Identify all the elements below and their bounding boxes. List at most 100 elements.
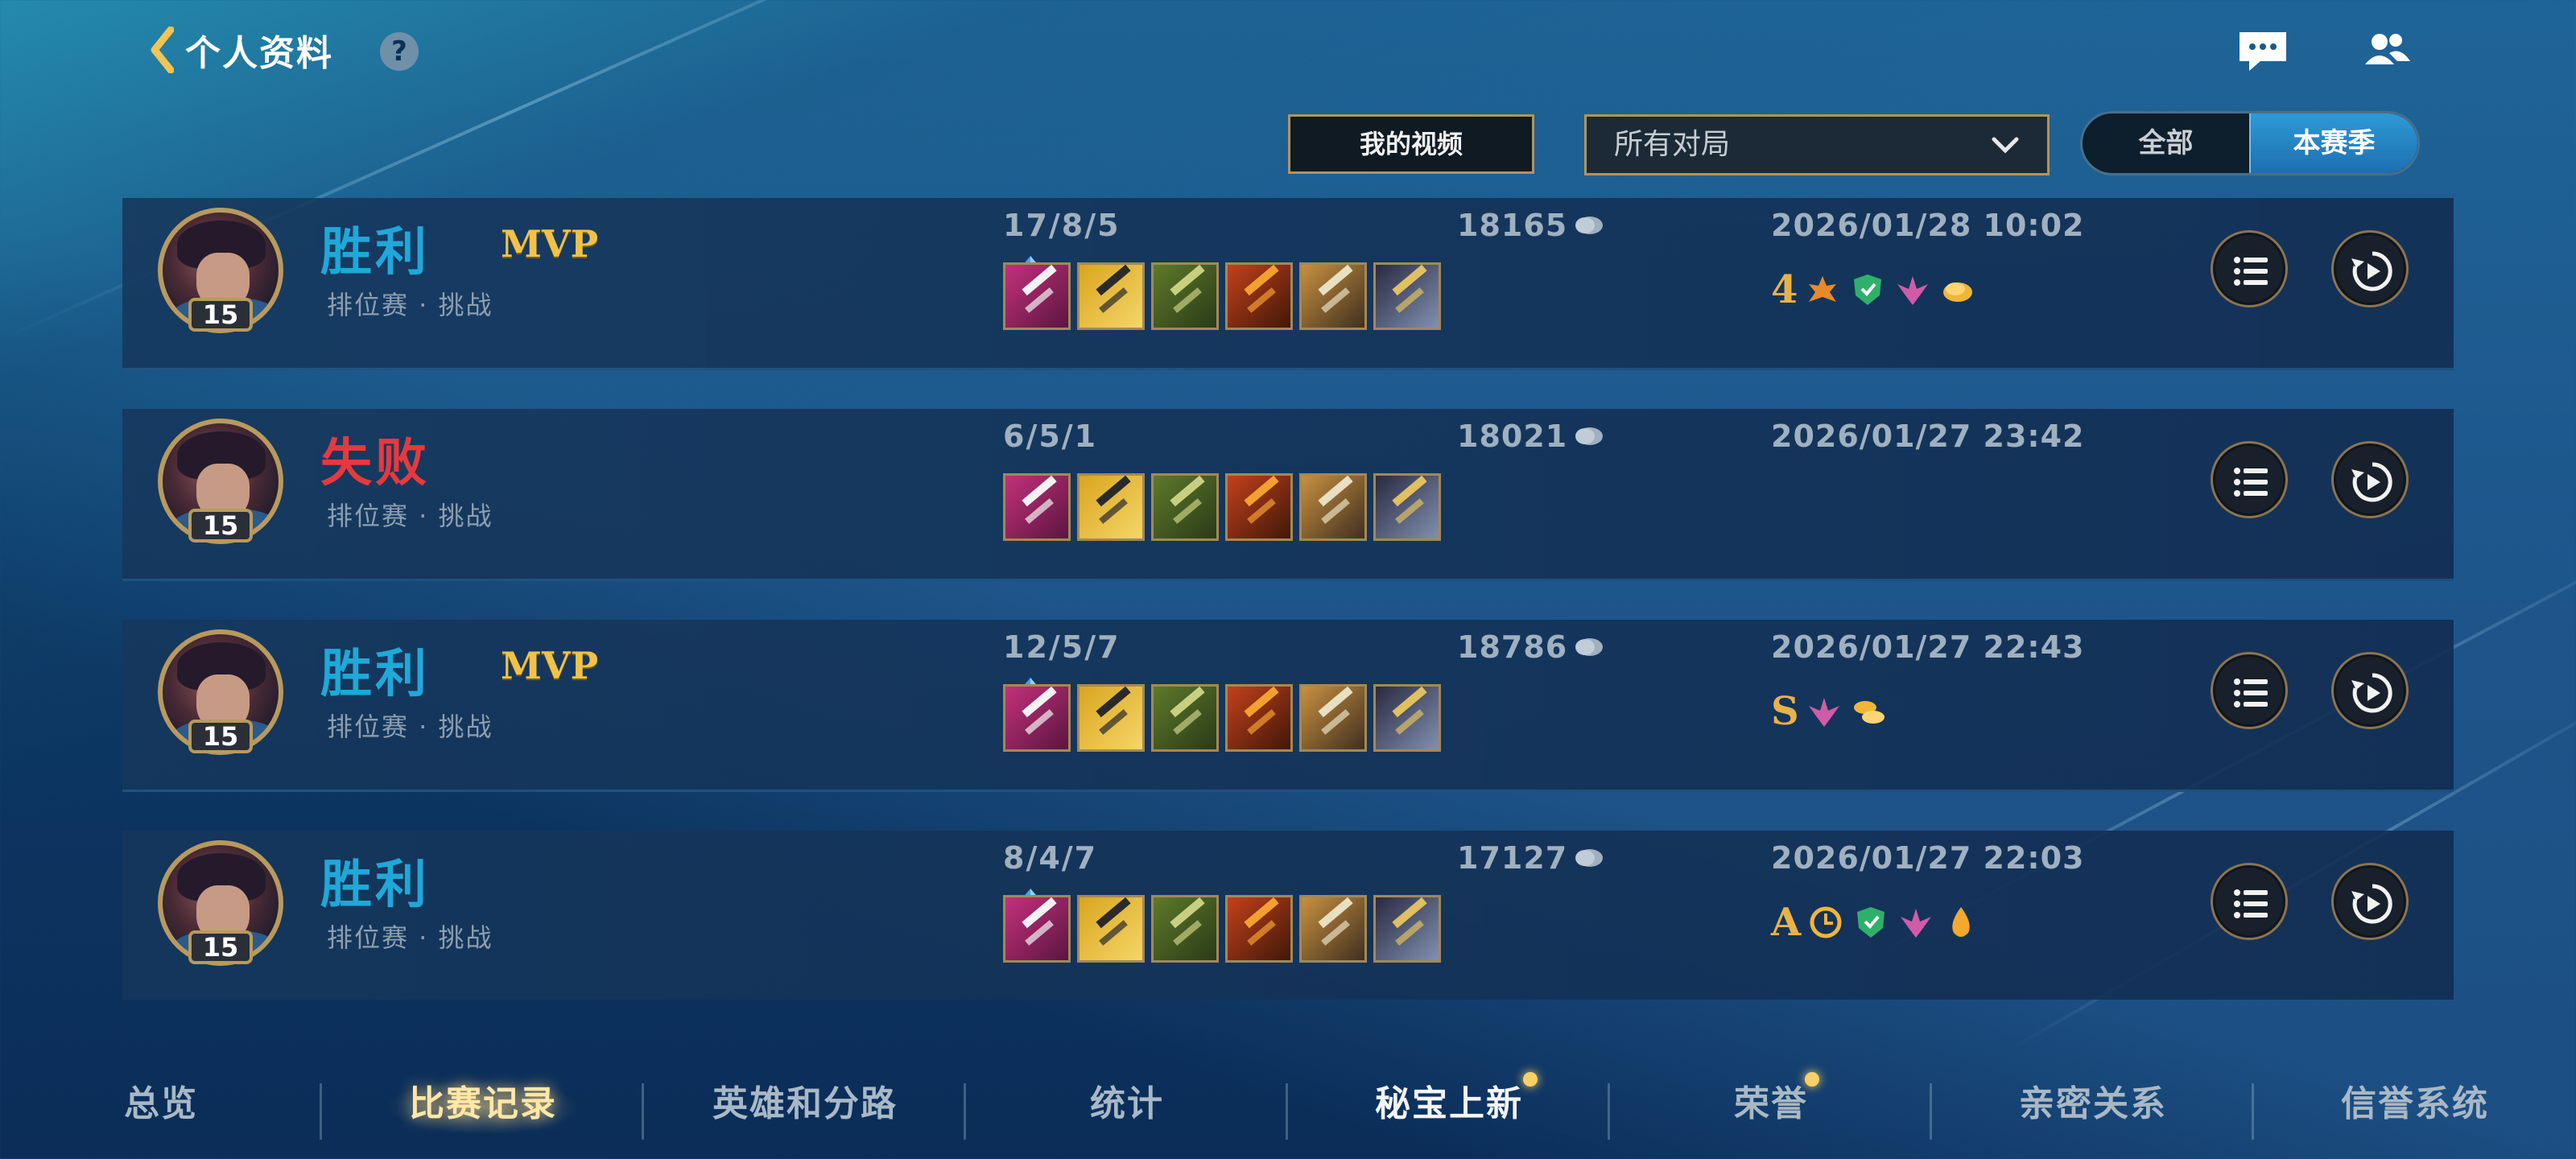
match-result: 胜利 bbox=[320, 645, 430, 704]
equipment-item-icon bbox=[1151, 473, 1219, 541]
nav-tab[interactable]: 荣誉 bbox=[1610, 1046, 1932, 1159]
match-date: 2026/01/27 22:43 bbox=[1771, 629, 2085, 665]
page-title: 个人资料 bbox=[185, 33, 333, 74]
item-build bbox=[1003, 262, 1441, 330]
kda: 6/5/1 bbox=[1003, 419, 1098, 454]
equipment-item-icon bbox=[1373, 473, 1441, 541]
replay-button[interactable] bbox=[2331, 863, 2409, 940]
gold-total: 18786 bbox=[1457, 629, 1604, 665]
replay-button[interactable] bbox=[2331, 441, 2409, 518]
list-icon bbox=[2234, 678, 2268, 707]
achievement-badges: S bbox=[1771, 689, 1889, 734]
coin-icon bbox=[1575, 217, 1604, 234]
nav-tab[interactable]: 亲密关系 bbox=[1932, 1046, 2254, 1159]
scope-season-option[interactable]: 本赛季 bbox=[2249, 113, 2417, 173]
nav-tab[interactable]: 秘宝上新 bbox=[1288, 1046, 1610, 1159]
nav-tab[interactable]: 总览 bbox=[0, 1046, 322, 1159]
match-mode: 排位赛 · 挑战 bbox=[327, 922, 493, 953]
nav-tab-label: 英雄和分路 bbox=[712, 1083, 898, 1124]
match-row[interactable]: 15胜利MVP排位赛 · 挑战+317/8/5181652026/01/28 1… bbox=[122, 198, 2454, 370]
equipment-item-icon bbox=[1003, 473, 1071, 541]
equipment-item-icon bbox=[1299, 895, 1367, 963]
equipment-item-icon bbox=[1373, 895, 1441, 963]
nav-tab[interactable]: 信誉系统 bbox=[2254, 1046, 2576, 1159]
equipment-item-icon bbox=[1225, 473, 1293, 541]
mvp-badge: MVP bbox=[501, 222, 599, 266]
match-date: 2026/01/27 22:03 bbox=[1771, 840, 2085, 876]
replay-icon bbox=[2351, 462, 2392, 502]
gold-value: 18021 bbox=[1457, 419, 1568, 454]
replay-button[interactable] bbox=[2331, 652, 2409, 729]
flame-icon bbox=[1952, 907, 1970, 937]
hero-level-badge: 15 bbox=[188, 930, 253, 964]
equipment-item-icon bbox=[1077, 473, 1145, 541]
match-detail-button[interactable] bbox=[2211, 230, 2288, 307]
hero-level-badge: 15 bbox=[188, 509, 253, 542]
match-mode: 排位赛 · 挑战 bbox=[327, 290, 493, 320]
shield-icon bbox=[1857, 907, 1885, 938]
nav-tab-label: 亲密关系 bbox=[2019, 1083, 2167, 1124]
replay-button[interactable] bbox=[2331, 230, 2409, 307]
back-button[interactable]: 个人资料 bbox=[150, 24, 333, 76]
replay-icon bbox=[2351, 673, 2392, 713]
match-mode: 排位赛 · 挑战 bbox=[327, 501, 493, 531]
equipment-item-icon bbox=[1151, 895, 1219, 963]
equipment-item-icon bbox=[1077, 684, 1145, 752]
equipment-item-icon bbox=[1225, 684, 1293, 752]
nav-tab-label: 信誉系统 bbox=[2341, 1083, 2489, 1124]
friends-icon[interactable] bbox=[2360, 29, 2413, 74]
match-row[interactable]: 15胜利MVP排位赛 · 挑战+312/5/7187862026/01/27 2… bbox=[122, 620, 2454, 792]
achievement-badges: A bbox=[1771, 900, 1981, 945]
grade-badge: S bbox=[1771, 689, 1799, 734]
replay-icon bbox=[2351, 884, 2392, 924]
clock-icon bbox=[1810, 906, 1842, 938]
notification-dot bbox=[1805, 1072, 1819, 1087]
nav-tab-label: 荣誉 bbox=[1734, 1083, 1808, 1124]
match-result: 胜利 bbox=[320, 856, 430, 915]
grade-badge: 4 bbox=[1771, 267, 1798, 312]
equipment-item-icon bbox=[1151, 684, 1219, 752]
match-type-select[interactable]: 所有对局 bbox=[1584, 114, 2050, 175]
item-build bbox=[1003, 473, 1441, 541]
help-icon[interactable]: ? bbox=[380, 32, 419, 71]
item-build bbox=[1003, 895, 1441, 963]
lotus-icon bbox=[1808, 698, 1839, 727]
nav-tab[interactable]: 统计 bbox=[966, 1046, 1288, 1159]
nav-tab-label: 总览 bbox=[124, 1083, 198, 1124]
match-list[interactable]: 15胜利MVP排位赛 · 挑战+317/8/5181652026/01/28 1… bbox=[122, 198, 2454, 1000]
equipment-item-icon bbox=[1225, 262, 1293, 330]
match-detail-button[interactable] bbox=[2211, 441, 2288, 518]
hero-level-badge: 15 bbox=[188, 298, 253, 332]
match-type-value: 所有对局 bbox=[1614, 128, 1731, 161]
equipment-item-icon bbox=[1373, 684, 1441, 752]
scope-all-option[interactable]: 全部 bbox=[2083, 113, 2249, 173]
match-detail-button[interactable] bbox=[2211, 652, 2288, 729]
nav-tab-label: 秘宝上新 bbox=[1375, 1083, 1523, 1124]
equipment-item-icon bbox=[1003, 262, 1071, 330]
match-detail-button[interactable] bbox=[2211, 863, 2288, 940]
chat-icon[interactable] bbox=[2236, 29, 2289, 74]
shield-icon bbox=[1854, 274, 1882, 305]
my-videos-button[interactable]: 我的视频 bbox=[1288, 114, 1534, 174]
match-row[interactable]: 15胜利排位赛 · 挑战+28/4/7171272026/01/27 22:03… bbox=[122, 831, 2454, 1000]
notification-dot bbox=[1523, 1072, 1538, 1087]
coin-icon bbox=[1575, 849, 1604, 867]
gold-total: 17127 bbox=[1457, 840, 1604, 876]
list-icon bbox=[2234, 468, 2268, 497]
match-date: 2026/01/28 10:02 bbox=[1771, 208, 2085, 243]
nav-tab-label: 比赛记录 bbox=[409, 1083, 557, 1124]
equipment-item-icon bbox=[1373, 262, 1441, 330]
nav-tab[interactable]: 英雄和分路 bbox=[644, 1046, 966, 1159]
gold-total: 18021 bbox=[1457, 419, 1604, 454]
replay-icon bbox=[2351, 251, 2392, 291]
list-icon bbox=[2234, 257, 2268, 286]
gold-value: 18165 bbox=[1457, 208, 1568, 243]
season-scope-toggle[interactable]: 全部 本赛季 bbox=[2080, 111, 2420, 175]
match-row[interactable]: 15 失败 排位赛 · 挑战 6/5/1 18021 2026/01/27 23:42 bbox=[122, 409, 2454, 581]
match-mode: 排位赛 · 挑战 bbox=[327, 711, 493, 742]
flower-icon bbox=[1809, 276, 1837, 302]
equipment-item-icon bbox=[1299, 262, 1367, 330]
equipment-item-icon bbox=[1003, 895, 1071, 963]
nav-tab[interactable]: 比赛记录 bbox=[322, 1046, 644, 1159]
bottom-nav: 总览 比赛记录 英雄和分路 统计 秘宝上新 荣誉 亲密关系 信誉系统 bbox=[0, 1046, 2576, 1159]
